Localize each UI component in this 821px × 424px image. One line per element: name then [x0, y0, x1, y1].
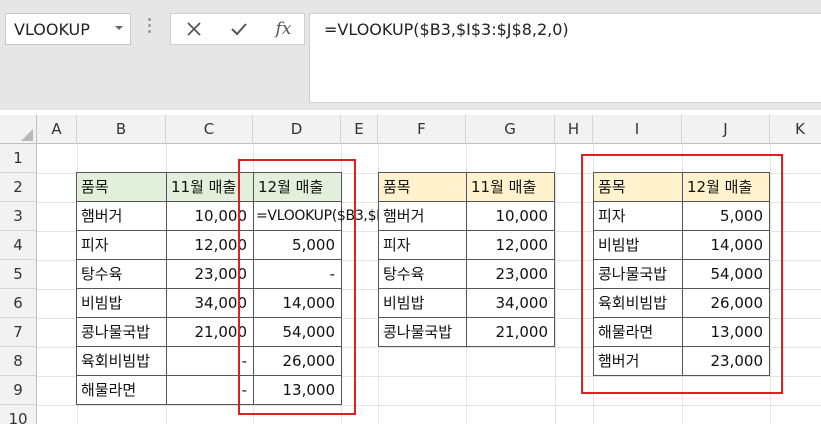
cell-f2[interactable]: 품목	[378, 172, 467, 202]
cell-f3[interactable]: 햄버거	[378, 201, 467, 231]
row-header-6[interactable]: 6	[0, 289, 37, 318]
cell-f7[interactable]: 콩나물국밥	[378, 317, 467, 347]
column-header-e[interactable]: E	[341, 115, 378, 144]
row-header-4[interactable]: 4	[0, 231, 37, 260]
cell-g5[interactable]: 23,000	[466, 259, 555, 289]
function-icon: fx	[275, 19, 292, 39]
cell-b3[interactable]: 햄버거	[76, 201, 167, 231]
column-header-h[interactable]: H	[555, 115, 593, 144]
enter-button[interactable]	[216, 14, 261, 44]
cell-f4[interactable]: 피자	[378, 230, 467, 260]
column-header-d[interactable]: D	[253, 115, 341, 144]
cell-b5[interactable]: 탕수육	[76, 259, 167, 289]
cell-b4[interactable]: 피자	[76, 230, 167, 260]
column-header-b[interactable]: B	[77, 115, 166, 144]
column-header-bar: A B C D E F G H I J K	[0, 115, 821, 144]
formula-buttons: fx	[170, 13, 305, 45]
row-header-9[interactable]: 9	[0, 376, 37, 405]
column-header-c[interactable]: C	[166, 115, 253, 144]
column-header-f[interactable]: F	[378, 115, 466, 144]
row-header-7[interactable]: 7	[0, 318, 37, 347]
select-all-button[interactable]	[0, 115, 37, 144]
insert-function-button[interactable]: fx	[261, 14, 306, 44]
check-icon	[230, 23, 247, 36]
row-header-8[interactable]: 8	[0, 347, 37, 376]
column-header-k[interactable]: K	[770, 115, 821, 144]
formula-text: =VLOOKUP($B3,$I$3:$J$8,2,0)	[324, 20, 569, 39]
column-header-g[interactable]: G	[466, 115, 555, 144]
cell-b9[interactable]: 해물라면	[76, 375, 167, 405]
column-header-a[interactable]: A	[37, 115, 77, 144]
row-header-10[interactable]: 10	[0, 405, 37, 424]
cell-b2[interactable]: 품목	[76, 172, 167, 202]
cancel-button[interactable]	[171, 14, 216, 44]
chevron-down-icon[interactable]	[115, 24, 123, 32]
row-header-2[interactable]: 2	[0, 173, 37, 202]
row-header-3[interactable]: 3	[0, 202, 37, 231]
cell-g3[interactable]: 10,000	[466, 201, 555, 231]
cell-g4[interactable]: 12,000	[466, 230, 555, 260]
close-icon	[186, 22, 201, 36]
column-header-j[interactable]: J	[682, 115, 770, 144]
cell-b8[interactable]: 육회비빔밥	[76, 346, 167, 376]
name-box-value: VLOOKUP	[14, 20, 90, 39]
row-header-1[interactable]: 1	[0, 144, 37, 173]
highlight-box-lookup-table	[581, 154, 783, 394]
cell-g6[interactable]: 34,000	[466, 288, 555, 318]
formula-input[interactable]: =VLOOKUP($B3,$I$3:$J$8,2,0)	[309, 13, 821, 103]
row-header-5[interactable]: 5	[0, 260, 37, 289]
column-header-i[interactable]: I	[593, 115, 682, 144]
highlight-box-dec-column	[238, 159, 356, 415]
cell-f5[interactable]: 탕수육	[378, 259, 467, 289]
cell-b7[interactable]: 콩나물국밥	[76, 317, 167, 347]
cell-g2[interactable]: 11월 매출	[466, 172, 555, 202]
formula-bar-grip[interactable]	[148, 18, 152, 38]
formula-bar-area: VLOOKUP fx =VLOOKUP($B3,$I$3:$J$8,2,0)	[0, 0, 821, 110]
name-box[interactable]: VLOOKUP	[5, 13, 131, 45]
cell-g7[interactable]: 21,000	[466, 317, 555, 347]
cell-b6[interactable]: 비빔밥	[76, 288, 167, 318]
cell-f6[interactable]: 비빔밥	[378, 288, 467, 318]
